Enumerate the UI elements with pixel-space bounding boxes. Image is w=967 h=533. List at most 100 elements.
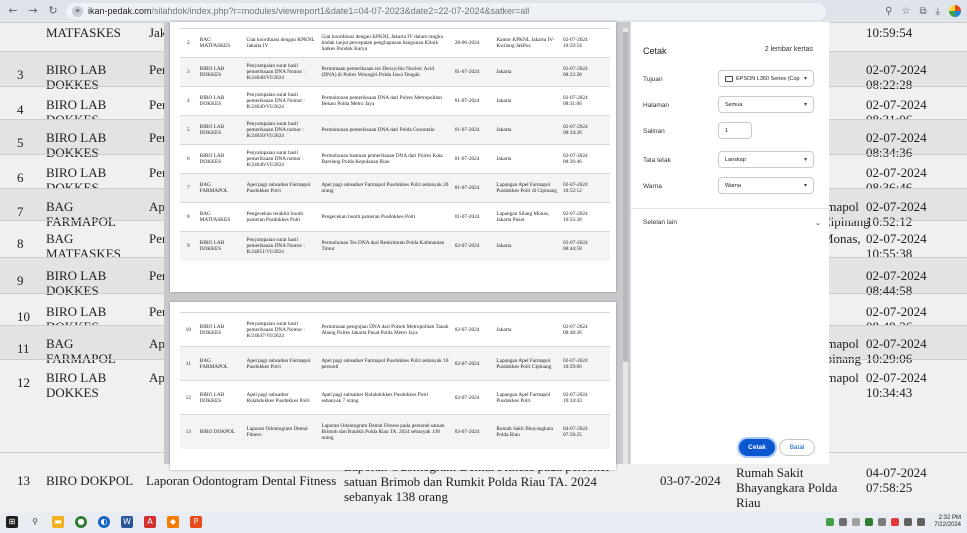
cell-timestamp: 02-07-2024 08:31:06 — [559, 86, 610, 116]
cell-date: 02-07-2024 — [451, 380, 494, 415]
copies-value: 1 — [725, 127, 729, 134]
bookmark-star-icon[interactable]: ☆ — [901, 6, 910, 17]
cell-description: Permohonan bantuan pemeriksaan DNA dari … — [318, 144, 452, 174]
cell-location: Lapangan Apel Farmapol Pusdokkes Polri — [493, 380, 560, 415]
chevron-down-icon: ▾ — [803, 75, 807, 82]
preview-table-2: 10 BIRO LAB DOKKES Penyampaian surat hasil… — [180, 312, 610, 449]
cell-location: Kantor KPKNL Jakarta IV- Kwitang JakPus — [493, 28, 560, 58]
cell-timestamp: 02-07-2024 08:36:46 — [559, 144, 610, 174]
chevron-down-icon: ▾ — [803, 156, 807, 163]
cell-date: 01-07-2024 — [451, 86, 494, 116]
chrome-icon[interactable]: ● — [75, 516, 87, 528]
print-title: Cetak — [643, 46, 667, 56]
row-number: 3 — [17, 67, 24, 82]
cell-date: 01-07-2024 — [451, 202, 494, 232]
app-icon[interactable]: ◆ — [167, 516, 179, 528]
tray-icon[interactable] — [852, 518, 861, 526]
download-icon[interactable]: ⤓ — [936, 6, 940, 17]
row-location: Rumah Sakit Bhayangkara Polda Riau — [736, 465, 838, 510]
pages-select[interactable]: Semua ▾ — [718, 96, 814, 113]
destination-select[interactable]: EPSON L360 Series (Cop ▾ — [718, 70, 814, 87]
chevron-down-icon: ▾ — [803, 182, 807, 189]
tray-icon[interactable] — [865, 518, 874, 526]
address-bar[interactable]: ≡ ikan-pedak.com/silahdok/index.php?r=mo… — [66, 2, 826, 20]
cell-kegiatan: Penyampaian surat hasil pemeriksaan DNA … — [243, 231, 319, 261]
cell-location: Jakarta — [493, 231, 560, 261]
cell-timestamp: 04-07-2024 07:58:25 — [559, 414, 610, 449]
forward-icon[interactable]: → — [26, 4, 40, 18]
cell-unit: BAG MATFASKES — [196, 202, 244, 232]
tray-icon[interactable] — [891, 518, 900, 526]
print-button[interactable]: Cetak — [739, 439, 775, 456]
cell-description: Permintaan pemeriksaan tes Deoxyribo Nuc… — [318, 57, 452, 87]
cell-unit: BIRO LAB DOKKES — [196, 86, 244, 116]
tray-icon[interactable] — [826, 518, 835, 526]
network-icon[interactable] — [904, 518, 913, 526]
copies-input[interactable]: 1 — [718, 122, 752, 139]
start-icon[interactable]: ⊞ — [6, 516, 18, 528]
row-unit: MATFASKES — [46, 25, 121, 40]
more-settings-toggle[interactable]: Setelan lain ⌄ — [643, 219, 821, 227]
row-number: 13 — [17, 473, 30, 488]
preview-scrollbar[interactable] — [622, 28, 629, 464]
volume-icon[interactable] — [917, 518, 926, 526]
print-settings-panel: Cetak 2 lembar kertas Tujuan EPSON L360 … — [630, 22, 830, 464]
cell-date: 03-07-2024 — [451, 414, 494, 449]
color-select[interactable]: Warna ▾ — [718, 177, 814, 194]
layout-select[interactable]: Lanskap ▾ — [718, 151, 814, 168]
cell-number: 6 — [180, 144, 197, 174]
extensions-icon[interactable]: ⧉ — [919, 6, 926, 17]
print-preview[interactable]: 2 BAG MATFASKES Giat koordinasi dengan KPK… — [164, 22, 630, 470]
site-settings-icon[interactable]: ≡ — [72, 5, 83, 17]
cell-location: Rumah Sakit Bhayangkara Polda Riau — [493, 414, 560, 449]
row-timestamp: 10:59:54 — [866, 25, 913, 40]
profile-avatar[interactable] — [949, 5, 961, 17]
word-icon[interactable]: W — [121, 516, 133, 528]
cell-number: 9 — [180, 231, 197, 261]
tray-icon[interactable] — [839, 518, 848, 526]
cell-number: 2 — [180, 28, 197, 58]
cell-number: 8 — [180, 202, 197, 232]
row-number: 8 — [17, 236, 24, 251]
preview-row: 9 BIRO LAB DOKKES Penyampaian surat hasil … — [180, 231, 610, 261]
zoom-icon[interactable]: ⚲ — [885, 6, 892, 17]
cell-date: 02-07-2024 — [451, 346, 494, 381]
cell-timestamp: 02-07-2024 10:55:38 — [559, 202, 610, 232]
cell-timestamp: 02-07-2024 10:59:54 — [559, 28, 610, 58]
preview-row: 3 BIRO LAB DOKKES Penyampaian surat hasil … — [180, 57, 610, 87]
more-settings-label: Setelan lain — [643, 219, 677, 226]
edge-icon[interactable]: ◐ — [98, 516, 110, 528]
sheet-count: 2 lembar kertas — [764, 46, 813, 53]
preview-row: 7 BAG FARMAPOL Apel pagi subsatker Farmapo… — [180, 173, 610, 203]
cell-timestamp: 02-07-2024 10:34:43 — [559, 380, 610, 415]
url-path: /silahdok/index.php?r=modules/viewreport… — [151, 6, 530, 16]
file-explorer-icon[interactable]: ▬ — [52, 516, 64, 528]
back-icon[interactable]: ← — [6, 4, 20, 18]
pdf-icon[interactable]: A — [144, 516, 156, 528]
search-icon[interactable]: ⚲ — [29, 516, 41, 528]
cell-unit: BAG FARMAPOL — [196, 173, 244, 203]
row-date: 03-07-2024 — [660, 473, 721, 488]
browser-toolbar: ← → ↻ ≡ ikan-pedak.com/silahdok/index.ph… — [0, 0, 967, 22]
cancel-button[interactable]: Batal — [779, 439, 815, 456]
preview-row: 5 BIRO LAB DOKKES Penyampaian surat hasil … — [180, 115, 610, 145]
reload-icon[interactable]: ↻ — [46, 4, 60, 18]
layout-value: Lanskap — [725, 156, 746, 163]
powerpoint-icon[interactable]: P — [190, 516, 202, 528]
cell-number: 5 — [180, 115, 197, 145]
destination-value: EPSON L360 Series (Cop — [736, 75, 800, 82]
cell-date: 01-07-2024 — [451, 57, 494, 87]
clock-time: 2:32 PM — [938, 515, 961, 521]
cell-timestamp: 02-07-2024 08:34:36 — [559, 115, 610, 145]
cell-kegiatan: Penyampaian surat hasil pemeriksaan DNA … — [243, 57, 319, 87]
preview-table-1: 2 BAG MATFASKES Giat koordinasi dengan KPK… — [180, 28, 610, 261]
cell-description: Laporan Odontogram Dental Fitness pada p… — [318, 414, 452, 449]
cell-number: 12 — [180, 380, 197, 415]
tray-icon[interactable] — [878, 518, 887, 526]
layout-label: Tata letak — [643, 157, 671, 164]
clock[interactable]: 2:32 PM 7/22/2024 — [934, 515, 961, 529]
cell-unit: BIRO LAB DOKKES — [196, 115, 244, 145]
preview-page-2: 10 BIRO LAB DOKKES Penyampaian surat hasil… — [170, 302, 616, 470]
color-label: Warna — [643, 183, 662, 190]
cell-kegiatan: Apel pagi subsatker Farmapol Pusdokkes P… — [243, 346, 319, 381]
